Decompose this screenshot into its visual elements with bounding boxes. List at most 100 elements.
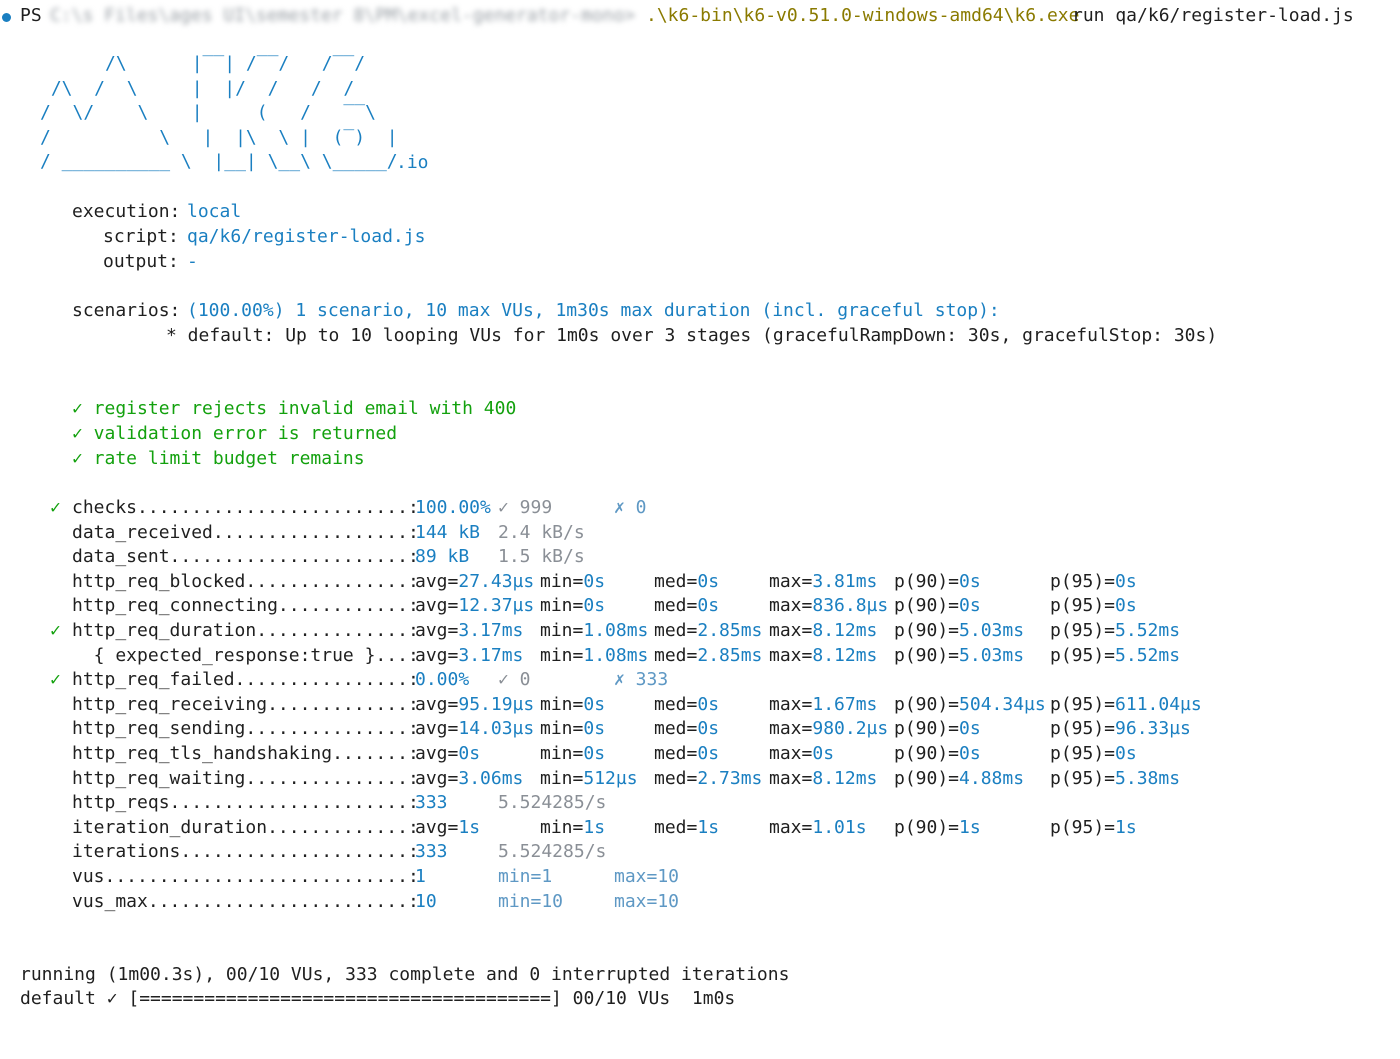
- metric-stat-value: 1s: [959, 816, 981, 838]
- metric-stat-key: p(90)=: [894, 743, 960, 764]
- metric-name: data_received..................:: [72, 521, 419, 543]
- script-line: script: qa/k6/register-load.js: [0, 225, 425, 249]
- metric-stat-value: 0s: [583, 718, 606, 740]
- metric-stat: p(90)=0s: [894, 570, 981, 594]
- metric-stat: max=3.81ms: [769, 570, 877, 594]
- prompt-args: run qa/k6/register-load.js: [1072, 5, 1354, 26]
- metric-stat-value: 0s: [697, 693, 720, 715]
- metric-stat-key: med=: [654, 595, 698, 617]
- metric-row: vus_max........................: 10 min=10…: [0, 890, 1400, 914]
- metric-name: http_req_tls_handshaking.......:: [72, 743, 419, 764]
- metric-stat-key: med=: [654, 570, 698, 592]
- metric-stat-key: med=: [654, 693, 698, 715]
- running-status: running (1m00.3s), 00/10 VUs, 333 comple…: [20, 964, 790, 985]
- metric-stat-value: 3.81ms: [812, 570, 878, 592]
- metric-stat-value: 5.03ms: [959, 644, 1025, 666]
- metric-stat-value: 1.08ms: [583, 644, 649, 666]
- metric-stat-value: 5.03ms: [959, 620, 1025, 641]
- metric-stat-key: min=: [540, 595, 584, 617]
- metric-stat: p(90)=0s: [894, 717, 981, 741]
- metric-stat-value: 611.04µs: [1115, 693, 1202, 715]
- scenarios-label: scenarios:: [72, 300, 181, 321]
- metric-name: vus............................:: [72, 866, 419, 887]
- metric-stat-key: p(90)=: [894, 644, 960, 666]
- metric-stat-value: 3.06ms: [458, 767, 524, 789]
- metric-stat: med=2.85ms: [654, 644, 762, 668]
- metric-stat-key: min=: [540, 570, 584, 592]
- metric-stat-key: p(90)=: [894, 816, 960, 838]
- metric-stat: avg=27.43µs: [415, 570, 534, 594]
- metric-stat-key: min=: [540, 620, 584, 641]
- metric-stat-key: p(90)=: [894, 620, 960, 641]
- terminal-window[interactable]: PS C:\s Files\ages UI\semester 8\PM\exce…: [0, 0, 1400, 1009]
- metric-stat-key: avg=: [415, 570, 459, 592]
- metric-stat: p(95)=0s: [1050, 594, 1137, 618]
- scenario-detail-line: * default: Up to 10 looping VUs for 1m0s…: [0, 324, 1217, 348]
- metric-stat-key: max=: [769, 644, 813, 666]
- metric-stat: p(90)=504.34µs: [894, 693, 1046, 717]
- metric-value: 144 kB: [415, 521, 481, 543]
- metric-stat: avg=0s: [415, 742, 480, 766]
- metric-stat-value: 512µs: [583, 767, 638, 789]
- prompt-path-blurred: C:\s Files\ages UI\semester 8\PM\excel-g…: [50, 5, 636, 26]
- metric-stat: p(90)=5.03ms: [894, 619, 1024, 643]
- metric-stat-value: 980.2µs: [812, 718, 889, 740]
- metric-stat: min=512µs: [540, 767, 638, 791]
- metric-stat-key: max=: [769, 816, 813, 838]
- metric-stat-key: max=: [769, 570, 813, 592]
- metric-stat: p(95)=0s: [1050, 570, 1137, 594]
- metric-stat: avg=3.06ms: [415, 767, 523, 791]
- metric-stat: med=0s: [654, 717, 719, 741]
- execution-label: execution:: [72, 201, 181, 222]
- metric-stat-key: p(95)=: [1050, 644, 1116, 666]
- metric-name: http_req_sending...............:: [72, 718, 419, 740]
- metric-stat-value: 1s: [458, 816, 481, 838]
- metric-row: http_req_connecting............: avg=12.3…: [0, 594, 1400, 618]
- metric-stat-value: 3.17ms: [458, 644, 524, 666]
- execution-value: local: [187, 201, 242, 222]
- check-result-line: ✓ register rejects invalid email with 40…: [0, 397, 516, 421]
- k6-logo: /\ |‾‾| /‾‾/ /‾‾/ /\ / \ | |/ / / / / \/…: [40, 53, 398, 172]
- metric-stat: p(95)=96.33µs: [1050, 717, 1191, 741]
- metric-row: http_reqs......................: 333 5.524…: [0, 791, 1400, 815]
- metric-stat: p(95)=5.52ms: [1050, 619, 1180, 643]
- script-label: script:: [103, 226, 179, 247]
- metric-stat-key: p(95)=: [1050, 743, 1116, 764]
- metric-stat-key: avg=: [415, 743, 459, 764]
- metric-row: data_received..................: 144 kB 2.…: [0, 521, 1400, 545]
- metric-stat-value: 0s: [583, 595, 606, 617]
- running-line: running (1m00.3s), 00/10 VUs, 333 comple…: [0, 963, 789, 987]
- metric-row: data_sent......................: 89 kB 1.5…: [0, 545, 1400, 569]
- metric-pass-check-icon: ✓: [50, 620, 61, 641]
- metric-stat-key: avg=: [415, 816, 459, 838]
- logo-io-text: .io: [396, 152, 429, 173]
- progress-bar-text: default ✓ [=============================…: [20, 988, 736, 1009]
- metric-row: { expected_response:true }...: avg=3.17ms…: [0, 644, 1400, 668]
- scenario-detail: * default: Up to 10 looping VUs for 1m0s…: [166, 325, 1218, 346]
- metric-stat-value: 504.34µs: [959, 693, 1046, 715]
- metric-stat: med=2.73ms: [654, 767, 762, 791]
- metric-row: ✓ http_req_duration..............: avg=3.1…: [0, 619, 1400, 643]
- metric-row: vus............................: 1 min=1 ma…: [0, 865, 1400, 889]
- metric-stat: min=1s: [540, 816, 605, 840]
- metric-stat-key: max=: [769, 693, 813, 715]
- metric-stat-key: max=: [769, 718, 813, 740]
- metric-stat: avg=3.17ms: [415, 619, 523, 643]
- metric-stat: max=980.2µs: [769, 717, 888, 741]
- metric-stat: p(95)=611.04µs: [1050, 693, 1202, 717]
- metric-stat-key: p(95)=: [1050, 693, 1116, 715]
- prompt-line: PS C:\s Files\ages UI\semester 8\PM\exce…: [0, 4, 1400, 28]
- metric-stat: p(90)=1s: [894, 816, 981, 840]
- output-value: -: [187, 251, 198, 272]
- metric-stat: p(95)=1s: [1050, 816, 1137, 840]
- check-result-3: ✓ rate limit budget remains: [72, 448, 365, 469]
- metric-stat-key: med=: [654, 767, 698, 789]
- metric-stat: p(90)=5.03ms: [894, 644, 1024, 668]
- metric-stat: p(95)=5.38ms: [1050, 767, 1180, 791]
- metric-stat-value: 3.17ms: [458, 620, 524, 641]
- metric-stat-value: 4.88ms: [959, 767, 1025, 789]
- metric-stat-key: min=: [540, 743, 584, 764]
- metric-value: 333: [415, 792, 448, 814]
- scenarios-line: scenarios: (100.00%) 1 scenario, 10 max …: [0, 299, 1000, 323]
- metric-stat-value: 0s: [697, 718, 720, 740]
